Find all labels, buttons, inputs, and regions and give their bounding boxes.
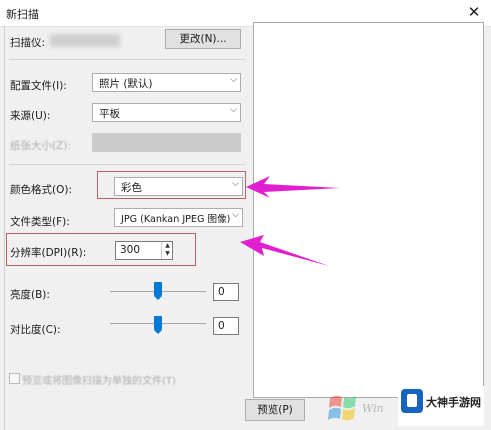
profile-select[interactable]: 照片 (默认) ⌵ [92,73,241,92]
color-format-label: 颜色格式(O): [10,184,72,196]
contrast-slider-thumb[interactable] [154,316,162,334]
chevron-down-icon: ⌵ [230,105,237,115]
brand-logo-icon [401,389,423,413]
watermark-logo: Win 大神手游网 [322,384,484,428]
brightness-label: 亮度(B): [10,289,50,301]
window-left-border [4,26,5,430]
chevron-down-icon: ⌵ [232,210,239,220]
windows-logo-faded: Win [322,390,404,424]
file-type-select[interactable]: JPG (Kankan JPEG 图像) ⌵ [114,208,243,227]
svg-text:Win: Win [362,402,384,415]
file-type-value: JPG (Kankan JPEG 图像) [121,214,231,225]
watermark-text: 大神手游网 [426,396,481,409]
change-scanner-button[interactable]: 更改(N)... [165,29,241,49]
paper-size-select-disabled [92,133,241,152]
profile-label: 配置文件(I): [10,80,67,92]
brightness-value: 0 [218,286,225,298]
close-icon[interactable]: ✕ [462,2,486,22]
brand-logo-inner-icon [407,394,417,407]
source-label: 来源(U): [10,110,51,122]
contrast-value: 0 [218,320,225,332]
windows-flag-icon: Win [328,395,384,421]
watermark-badge: 大神手游网 [398,386,484,426]
scanner-label: 扫描仪: [10,37,46,49]
arrow-icon [240,235,329,266]
contrast-label: 对比度(C): [10,324,61,336]
resolution-value: 300 [120,244,141,256]
window-title: 新扫描 [6,8,39,21]
contrast-input[interactable]: 0 [213,317,239,335]
brightness-input[interactable]: 0 [213,283,239,301]
resolution-label: 分辨率(DPI)(R): [10,247,87,259]
separate-files-checkbox[interactable] [9,373,20,384]
color-format-select[interactable]: 彩色 ⌵ [114,177,243,196]
arrow-icon [246,176,340,198]
source-select[interactable]: 平板 ⌵ [92,103,241,122]
resolution-spin-buttons[interactable]: ▲ ▼ [161,242,173,259]
source-value: 平板 [99,108,120,120]
paper-size-label: 纸张大小(Z): [10,140,71,152]
divider [9,164,245,165]
annotation-arrows [240,176,340,266]
chevron-down-icon: ⌵ [230,75,237,85]
color-format-value: 彩色 [121,182,142,194]
divider [9,59,245,60]
profile-value: 照片 (默认) [99,78,153,90]
preview-button[interactable]: 预览(P) [245,399,305,421]
chevron-down-icon: ⌵ [232,179,239,189]
scanner-name-blurred [50,34,120,47]
brightness-slider-thumb[interactable] [154,282,162,300]
separate-files-label: 预览或将图像扫描为单独的文件(T) [22,376,176,387]
file-type-label: 文件类型(F): [10,216,70,228]
